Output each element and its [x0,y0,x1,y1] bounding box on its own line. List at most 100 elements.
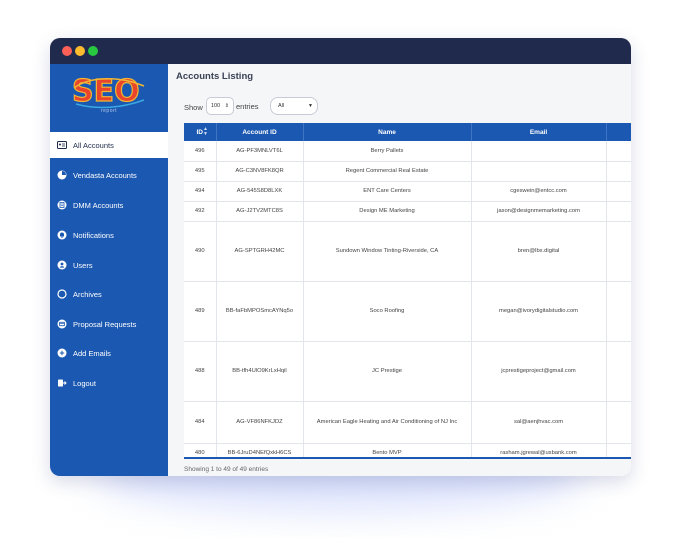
cell-name: Design ME Marketing [303,201,472,222]
updown-icon: ⇕ [224,103,229,109]
table-row[interactable]: 495 AG-C3NV8FK8QR Regent Commercial Real… [184,161,631,182]
maximize-window-button[interactable] [88,46,98,56]
sidebar-item-notifications[interactable]: Notifications [50,222,168,248]
cell-account-id: AG-SPTGRH42MC [216,221,304,282]
cell-account-id: AG-VF86NFKJDZ [216,401,304,444]
cell-id: 495 [184,161,217,182]
sidebar-item-add-emails[interactable]: Add Emails [50,340,168,366]
table-info: Showing 1 to 49 of 49 entries [184,466,269,473]
sort-icon: ▲ ▼ [203,126,208,137]
cell-email [471,141,607,162]
sidebar-item-label: DMM Accounts [73,200,124,210]
logout-icon [57,378,67,388]
cell-email: jcprestigeproject@gmail.com [471,341,607,402]
cell-extra [606,341,631,402]
column-header-id[interactable]: ID ▲ ▼ [184,123,217,141]
user-icon [57,260,67,270]
column-header-account-id[interactable]: Account ID [216,123,304,141]
logo-subtitle: report [100,108,118,114]
cell-name: ENT Care Centers [303,181,472,202]
cell-account-id: BB-faFbMPOSmcAYNq5o [216,281,304,342]
cell-name: Soco Roofing [303,281,472,342]
cell-extra [606,401,631,444]
sidebar-item-users[interactable]: Users [50,252,168,278]
cell-id: 489 [184,281,217,342]
cell-email: sal@aenjhvac.com [471,401,607,444]
cell-account-id: AG-PF3MNLVT6L [216,141,304,162]
cell-email: megan@ivorydigitalstudio.com [471,281,607,342]
cell-name: Berry Pallets [303,141,472,162]
sidebar-item-label: Add Emails [73,348,111,358]
cell-email: jason@designmemarketing.com [471,201,607,222]
table-length-controls: Show 100 ⇕ entries All ▼ [184,97,318,116]
accounts-table: ID ▲ ▼ Account ID Name Email 496 AG-PF3MN… [184,123,631,459]
plus-icon [57,348,67,358]
close-window-button[interactable] [62,46,72,56]
sidebar-item-dmm-accounts[interactable]: DMM Accounts [50,192,168,218]
entries-label: entries [236,102,259,111]
cell-id: 484 [184,401,217,444]
table-row[interactable]: 494 AG-545S8D8LXK ENT Care Centers cgesw… [184,181,631,202]
page-size-value: 100 [211,103,221,109]
horizontal-scrollbar[interactable] [184,457,631,459]
sidebar-item-label: Notifications [73,230,114,240]
table-row[interactable]: 490 AG-SPTGRH42MC Sundown Window Tinting… [184,221,631,282]
document-icon [57,200,67,210]
sidebar-item-label: Logout [73,378,96,388]
sidebar-item-label: Archives [73,289,102,299]
table-row[interactable]: 492 AG-J2TV2MTC8S Design ME Marketing ja… [184,201,631,222]
pie-chart-icon [57,170,67,180]
app-window: SEO report All Accounts Vendasta Account… [50,38,631,476]
minimize-window-button[interactable] [75,46,85,56]
id-card-icon [57,140,67,150]
chevron-down-icon: ▼ [308,103,313,109]
cell-email: cgeswein@entcc.com [471,181,607,202]
page-title: Accounts Listing [176,71,254,82]
cell-name: Sundown Window Tinting-Riverside, CA [303,221,472,282]
cell-email [471,161,607,182]
window-titlebar [50,38,631,64]
cell-extra [606,141,631,162]
cell-name: American Eagle Heating and Air Condition… [303,401,472,444]
cell-name: JC Prestige [303,341,472,402]
filter-select[interactable]: All ▼ [270,97,318,115]
cell-id: 490 [184,221,217,282]
filter-value: All [278,103,285,109]
cell-extra [606,181,631,202]
cell-extra [606,221,631,282]
cell-id: 492 [184,201,217,222]
sidebar-item-label: Vendasta Accounts [73,170,137,180]
cell-extra [606,161,631,182]
show-label: Show [184,102,203,112]
cell-extra [606,201,631,222]
cell-id: 494 [184,181,217,202]
table-row[interactable]: 488 BB-tfh4UlO9KrLxHqil JC Prestige jcpr… [184,341,631,402]
column-header-name[interactable]: Name [303,123,472,141]
cell-account-id: AG-J2TV2MTC8S [216,201,304,222]
cell-extra [606,281,631,342]
cell-name: Regent Commercial Real Estate [303,161,472,182]
main-content: Accounts Listing Show 100 ⇕ entries All … [168,64,631,476]
bell-icon [57,230,67,240]
sidebar-item-label: Users [73,260,93,270]
sidebar-item-all-accounts[interactable]: All Accounts [50,132,168,158]
table-row[interactable]: 489 BB-faFbMPOSmcAYNq5o Soco Roofing meg… [184,281,631,342]
column-header-extra[interactable] [606,123,631,141]
sidebar-item-vendasta-accounts[interactable]: Vendasta Accounts [50,162,168,188]
table-row[interactable]: 496 AG-PF3MNLVT6L Berry Pallets [184,141,631,162]
page-size-select[interactable]: 100 ⇕ [206,97,234,115]
seo-logo-icon: SEO [71,73,145,110]
sidebar-item-logout[interactable]: Logout [50,370,168,396]
cell-account-id: BB-tfh4UlO9KrLxHqil [216,341,304,402]
cell-id: 496 [184,141,217,162]
cell-account-id: AG-C3NV8FK8QR [216,161,304,182]
cell-id: 488 [184,341,217,402]
table-row[interactable]: 484 AG-VF86NFKJDZ American Eagle Heating… [184,401,631,444]
sidebar-item-archives[interactable]: Archives [50,281,168,307]
circle-icon [57,289,67,299]
column-header-email[interactable]: Email [471,123,607,141]
seo-report-logo[interactable]: SEO report [50,64,168,127]
sidebar-item-proposal-requests[interactable]: Proposal Requests [50,311,168,337]
sidebar-item-label: Proposal Requests [73,319,137,329]
sidebar-item-label: All Accounts [73,140,114,150]
